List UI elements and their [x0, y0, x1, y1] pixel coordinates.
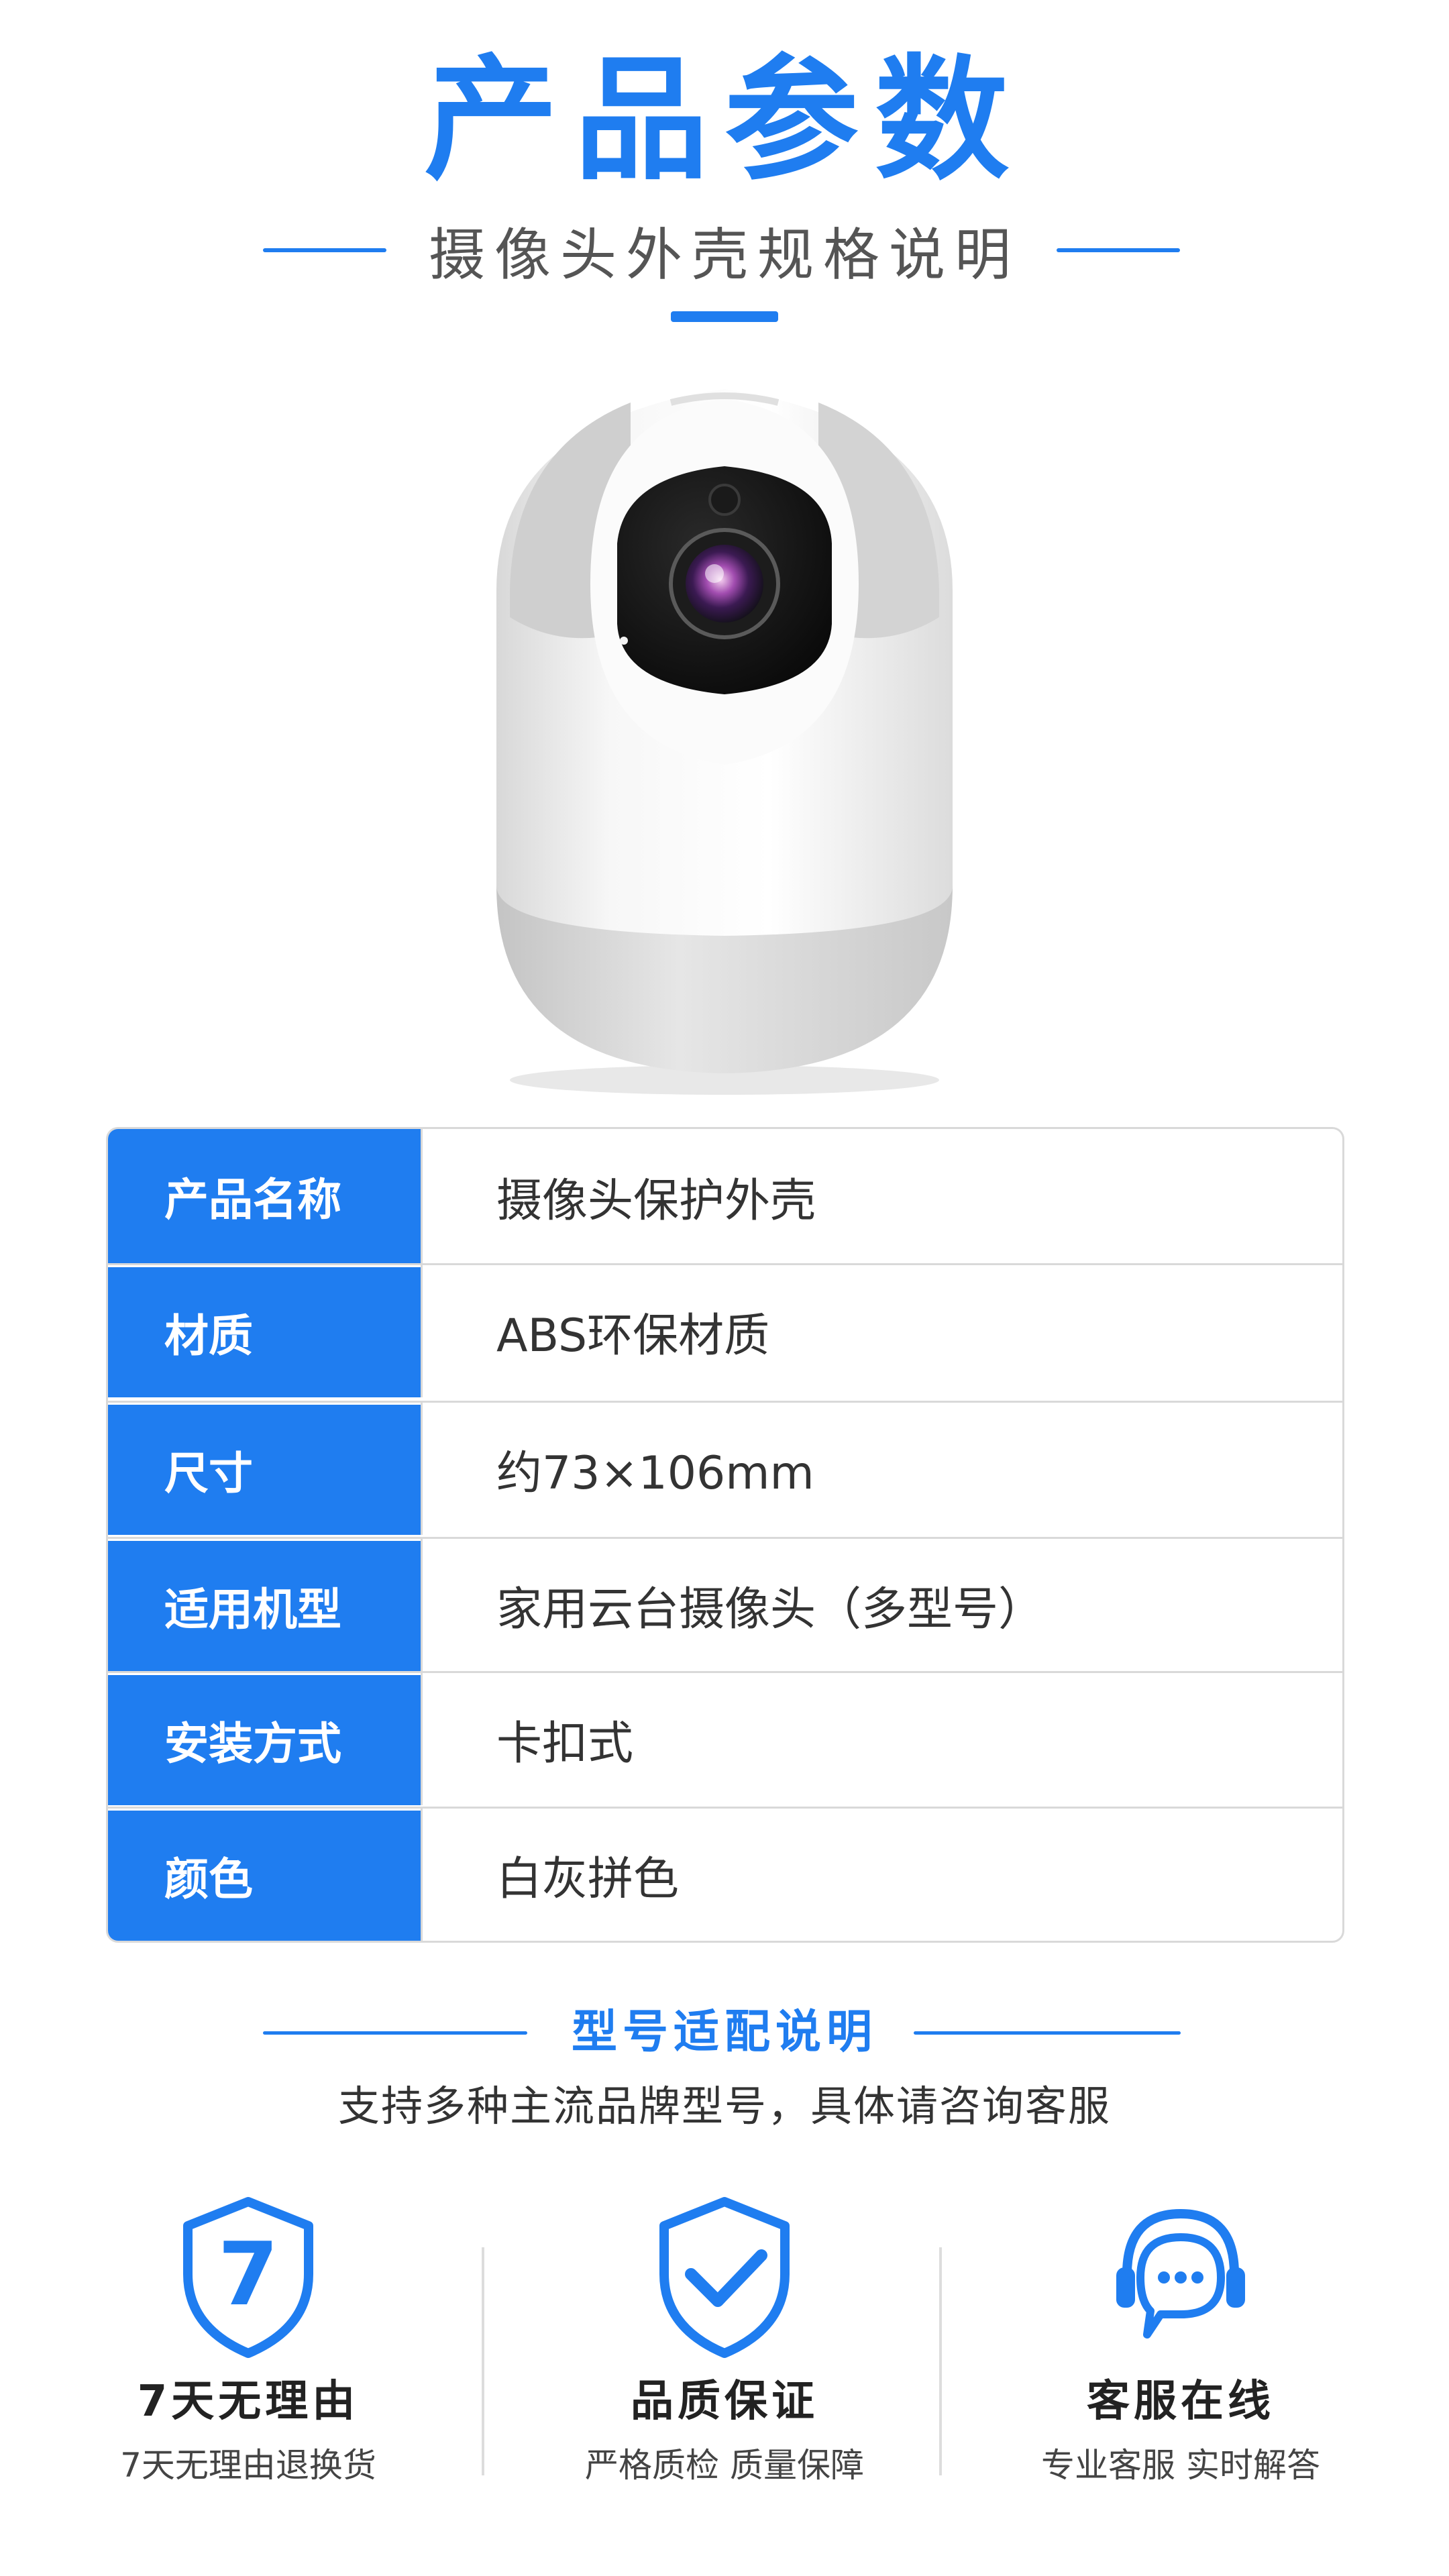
feature-title: 客服在线: [1087, 2377, 1275, 2426]
spec-row: 尺寸 约73×106mm: [108, 1401, 1342, 1535]
spec-row: 颜色 白灰拼色: [108, 1807, 1342, 1941]
spec-value: 家用云台摄像头（多型号）: [421, 1539, 1342, 1671]
feature-divider: [939, 2247, 942, 2475]
compat-heading-row: 型号适配说明: [0, 1999, 1449, 2066]
camera-shell-illustration: [496, 389, 953, 1095]
feature-description: 专业客服 实时解答: [1041, 2446, 1320, 2485]
shield-badge-number: 7: [218, 2223, 278, 2325]
feature-item-quality: 品质保证 严格质检 质量保障: [523, 2194, 926, 2516]
spec-value: ABS环保材质: [421, 1265, 1342, 1397]
spec-key: 产品名称: [108, 1129, 421, 1263]
feature-divider: [482, 2247, 484, 2475]
spec-value: 摄像头保护外壳: [421, 1129, 1342, 1263]
feature-description: 严格质检 质量保障: [585, 2446, 864, 2485]
compat-divider-right: [914, 2031, 1181, 2035]
spec-row: 安装方式 卡扣式: [108, 1671, 1342, 1805]
subtitle-divider-right: [1057, 248, 1180, 252]
spec-value: 约73×106mm: [421, 1403, 1342, 1535]
spec-table: 产品名称 摄像头保护外壳 材质 ABS环保材质 尺寸 约73×106mm 适用机…: [106, 1127, 1344, 1943]
spec-key: 颜色: [108, 1809, 421, 1941]
spec-row: 产品名称 摄像头保护外壳: [108, 1129, 1342, 1263]
shield-seven-icon: 7: [183, 2197, 313, 2358]
feature-title: 品质保证: [631, 2377, 818, 2426]
feature-item-return: 7 7天无理由 7天无理由退换货: [47, 2194, 449, 2516]
spec-key: 安装方式: [108, 1673, 421, 1805]
shield-check-icon: [659, 2197, 790, 2358]
subtitle-row: 摄像头外壳规格说明: [0, 208, 1449, 322]
spec-row: 适用机型 家用云台摄像头（多型号）: [108, 1537, 1342, 1671]
feature-description: 7天无理由退换货: [120, 2446, 376, 2485]
subtitle-accent-bar: [671, 311, 778, 322]
spec-value: 白灰拼色: [421, 1809, 1342, 1941]
product-image: [429, 335, 1020, 1100]
page-title: 产品参数: [423, 42, 1025, 199]
headset-chat-icon: [1116, 2208, 1245, 2339]
feature-item-service: 客服在线 专业客服 实时解答: [979, 2194, 1382, 2516]
feature-title: 7天无理由: [137, 2377, 360, 2426]
spec-key: 适用机型: [108, 1539, 421, 1671]
compat-title: 型号适配说明: [571, 2006, 877, 2059]
spec-key: 尺寸: [108, 1403, 421, 1535]
spec-key: 材质: [108, 1265, 421, 1397]
spec-value: 卡扣式: [421, 1673, 1342, 1805]
page-subtitle: 摄像头外壳规格说明: [428, 222, 1020, 288]
compat-description: 支持多种主流品牌型号，具体请咨询客服: [337, 2082, 1111, 2131]
spec-row: 材质 ABS环保材质: [108, 1263, 1342, 1397]
feature-strip: 7 7天无理由 7天无理由退换货 品质保证 严格质检 质量保障 客服在线 专业客…: [0, 2194, 1449, 2516]
